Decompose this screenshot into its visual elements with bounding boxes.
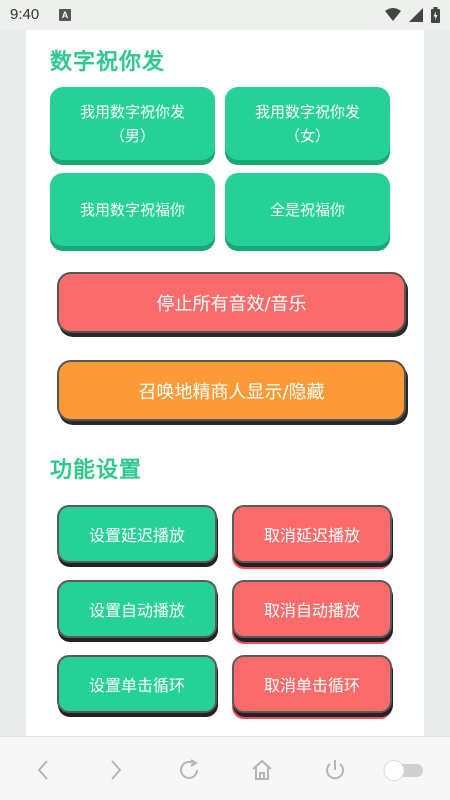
refresh-icon[interactable] — [174, 755, 204, 785]
stop-all-sounds-button[interactable]: 停止所有音效/音乐 — [57, 272, 406, 333]
cancel-delay-play-button[interactable]: 取消延迟播放 — [232, 505, 392, 563]
set-click-loop-button[interactable]: 设置单击循环 — [57, 655, 217, 713]
cancel-auto-play-button[interactable]: 取消自动播放 — [232, 580, 392, 638]
set-delay-play-button[interactable]: 设置延迟播放 — [57, 505, 217, 563]
status-time: 9:40 — [10, 6, 40, 23]
power-icon[interactable] — [320, 755, 350, 785]
blessing-female-button[interactable]: 我用数字祝你发 （女） — [225, 87, 390, 160]
status-bar: 9:40 A — [0, 0, 450, 30]
status-indicator-icon: A — [59, 9, 71, 21]
toggle-goblin-merchant-button[interactable]: 召唤地精商人显示/隐藏 — [57, 360, 406, 421]
main-panel[interactable]: 数字祝你发 我用数字祝你发 （男） 我用数字祝你发 （女） 我用数字祝福你 全是… — [26, 30, 424, 736]
left-margin — [0, 30, 26, 736]
cancel-click-loop-button[interactable]: 取消单击循环 — [232, 655, 392, 713]
set-auto-play-button[interactable]: 设置自动播放 — [57, 580, 217, 638]
battery-icon — [431, 7, 440, 23]
right-margin — [424, 30, 450, 736]
section-title-settings: 功能设置 — [50, 458, 143, 483]
all-blessing-button[interactable]: 全是祝福你 — [225, 173, 390, 246]
section-title-blessing: 数字祝你发 — [50, 50, 166, 75]
forward-icon[interactable] — [101, 755, 131, 785]
home-icon[interactable] — [247, 755, 277, 785]
toggle-switch[interactable] — [381, 755, 425, 785]
status-icons — [385, 7, 440, 23]
wifi-icon — [385, 8, 401, 21]
blessing-male-button[interactable]: 我用数字祝你发 （男） — [50, 87, 215, 160]
bottom-nav-bar — [0, 736, 450, 800]
signal-icon — [409, 8, 423, 22]
back-icon[interactable] — [28, 755, 58, 785]
blessing-digits-button[interactable]: 我用数字祝福你 — [50, 173, 215, 246]
